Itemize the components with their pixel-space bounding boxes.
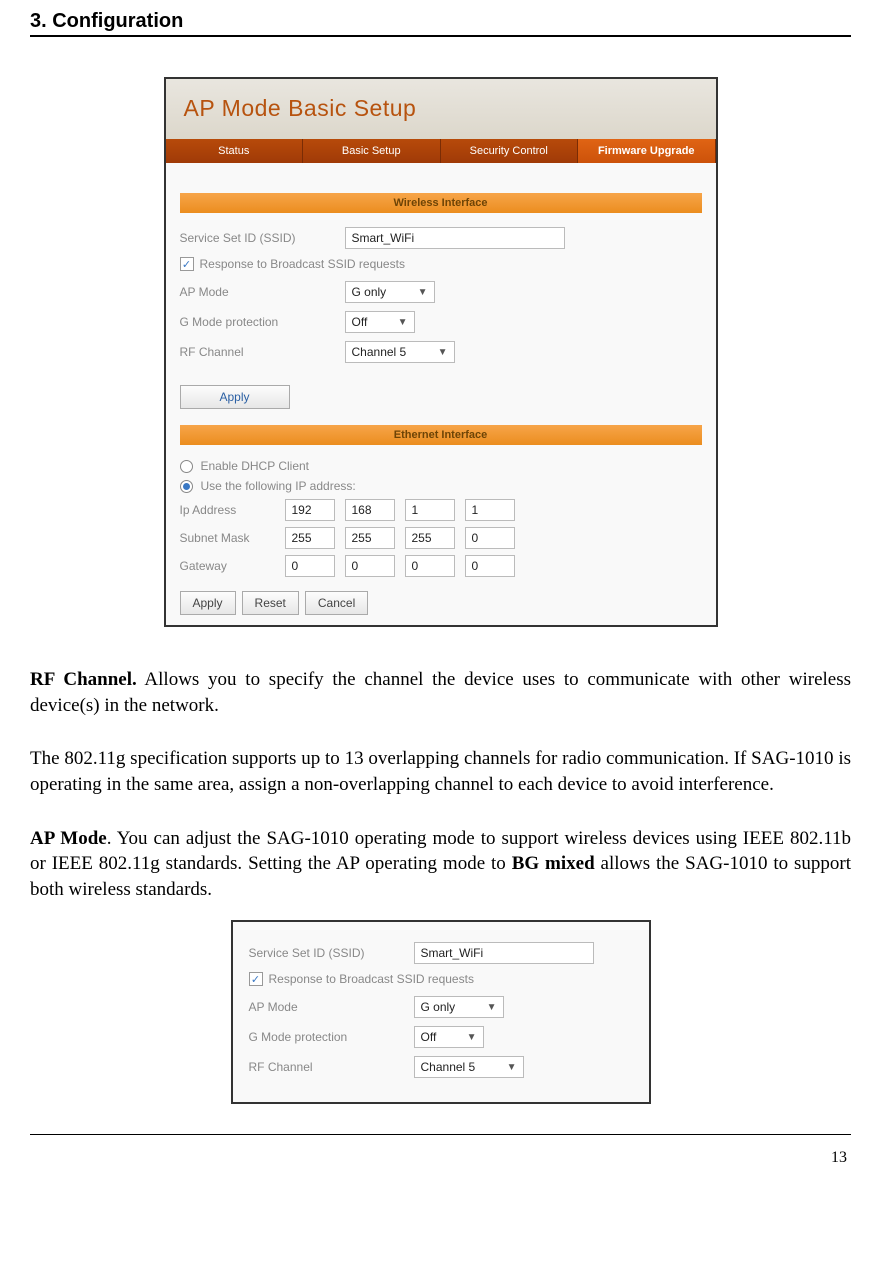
rf-channel-value-2: Channel 5 [421, 1060, 476, 1074]
ap-mode-select-2[interactable]: G only ▼ [414, 996, 504, 1018]
ip-octet-2[interactable] [345, 499, 395, 521]
ip-octet-1[interactable] [285, 499, 335, 521]
apply-button[interactable]: Apply [180, 385, 290, 409]
row-static-ip: Use the following IP address: [180, 479, 702, 493]
broadcast-checkbox-2[interactable]: ✓ [249, 972, 263, 986]
ip-octet-3[interactable] [405, 499, 455, 521]
gmode-value-2: Off [421, 1030, 437, 1044]
gmode-select[interactable]: Off ▼ [345, 311, 415, 333]
row-ip-address: Ip Address [180, 499, 702, 521]
ip-octet-4[interactable] [465, 499, 515, 521]
rf-channel-lead: RF Channel. [30, 669, 137, 690]
subnet-mask-label: Subnet Mask [180, 531, 275, 545]
broadcast-label: Response to Broadcast SSID requests [200, 257, 405, 271]
row-rf-channel-2: RF Channel Channel 5 ▼ [249, 1056, 633, 1078]
mask-octet-2[interactable] [345, 527, 395, 549]
page-header: 3. Configuration [30, 10, 851, 37]
chevron-down-icon: ▼ [438, 347, 448, 358]
tab-bar: Status Basic Setup Security Control Firm… [166, 139, 716, 163]
row-ap-mode-2: AP Mode G only ▼ [249, 996, 633, 1018]
tab-status[interactable]: Status [166, 139, 304, 163]
figure-title: AP Mode Basic Setup [184, 89, 698, 122]
paragraph-80211g: The 802.11g specification supports up to… [30, 746, 851, 797]
mask-octet-3[interactable] [405, 527, 455, 549]
paragraph-rf-channel: RF Channel. Allows you to specify the ch… [30, 667, 851, 718]
gmode-value: Off [352, 315, 368, 329]
page-number: 13 [30, 1149, 851, 1167]
static-ip-label: Use the following IP address: [201, 479, 356, 493]
chevron-down-icon: ▼ [507, 1062, 517, 1073]
section-wireless-interface: Wireless Interface [180, 193, 702, 213]
dhcp-radio[interactable] [180, 460, 193, 473]
rf-channel-value: Channel 5 [352, 345, 407, 359]
ap-mode-lead: AP Mode [30, 828, 107, 849]
cancel-button[interactable]: Cancel [305, 591, 368, 615]
bg-mixed-bold: BG mixed [512, 853, 595, 874]
ssid-label-2: Service Set ID (SSID) [249, 946, 414, 960]
gw-octet-3[interactable] [405, 555, 455, 577]
figure-wireless-settings: Service Set ID (SSID) ✓ Response to Broa… [231, 920, 651, 1104]
rf-channel-label: RF Channel [180, 345, 345, 359]
chevron-down-icon: ▼ [418, 287, 428, 298]
row-gmode-2: G Mode protection Off ▼ [249, 1026, 633, 1048]
gw-octet-1[interactable] [285, 555, 335, 577]
rf-channel-text: Allows you to specify the channel the de… [30, 669, 851, 716]
gmode-label-2: G Mode protection [249, 1030, 414, 1044]
footer-rule [30, 1134, 851, 1135]
dhcp-label: Enable DHCP Client [201, 459, 310, 473]
page-title: 3. Configuration [30, 10, 851, 33]
row-subnet-mask: Subnet Mask [180, 527, 702, 549]
section-ethernet-interface: Ethernet Interface [180, 425, 702, 445]
ssid-label: Service Set ID (SSID) [180, 231, 345, 245]
row-gmode: G Mode protection Off ▼ [180, 311, 702, 333]
static-ip-radio[interactable] [180, 480, 193, 493]
row-ssid-2: Service Set ID (SSID) [249, 942, 633, 964]
ssid-input[interactable] [345, 227, 565, 249]
gmode-select-2[interactable]: Off ▼ [414, 1026, 484, 1048]
gw-octet-2[interactable] [345, 555, 395, 577]
ssid-input-2[interactable] [414, 942, 594, 964]
row-ap-mode: AP Mode G only ▼ [180, 281, 702, 303]
mask-octet-4[interactable] [465, 527, 515, 549]
gateway-label: Gateway [180, 559, 275, 573]
tab-basic-setup[interactable]: Basic Setup [303, 139, 441, 163]
paragraph-ap-mode: AP Mode. You can adjust the SAG-1010 ope… [30, 826, 851, 903]
button-row: Apply Reset Cancel [180, 591, 702, 615]
ap-mode-value-2: G only [421, 1000, 456, 1014]
row-broadcast-2: ✓ Response to Broadcast SSID requests [249, 972, 633, 986]
row-ssid: Service Set ID (SSID) [180, 227, 702, 249]
ip-grid: Ip Address Subnet Mask Gateway [180, 499, 702, 577]
mask-octet-1[interactable] [285, 527, 335, 549]
broadcast-checkbox[interactable]: ✓ [180, 257, 194, 271]
rf-channel-select[interactable]: Channel 5 ▼ [345, 341, 455, 363]
figure-ap-mode-basic-setup: AP Mode Basic Setup Status Basic Setup S… [164, 77, 718, 627]
chevron-down-icon: ▼ [398, 317, 408, 328]
tab-firmware-upgrade[interactable]: Firmware Upgrade [578, 139, 716, 163]
rf-channel-select-2[interactable]: Channel 5 ▼ [414, 1056, 524, 1078]
rf-channel-label-2: RF Channel [249, 1060, 414, 1074]
ip-address-label: Ip Address [180, 503, 275, 517]
ap-mode-label: AP Mode [180, 285, 345, 299]
row-gateway: Gateway [180, 555, 702, 577]
figure-body: Wireless Interface Service Set ID (SSID)… [166, 163, 716, 625]
row-dhcp: Enable DHCP Client [180, 459, 702, 473]
broadcast-label-2: Response to Broadcast SSID requests [269, 972, 474, 986]
chevron-down-icon: ▼ [467, 1032, 477, 1043]
figure-header: AP Mode Basic Setup [166, 79, 716, 139]
ap-mode-label-2: AP Mode [249, 1000, 414, 1014]
row-broadcast: ✓ Response to Broadcast SSID requests [180, 257, 702, 271]
reset-button[interactable]: Reset [242, 591, 299, 615]
gmode-label: G Mode protection [180, 315, 345, 329]
row-rf-channel: RF Channel Channel 5 ▼ [180, 341, 702, 363]
gw-octet-4[interactable] [465, 555, 515, 577]
ap-mode-select[interactable]: G only ▼ [345, 281, 435, 303]
chevron-down-icon: ▼ [487, 1002, 497, 1013]
tab-security-control[interactable]: Security Control [441, 139, 579, 163]
apply-ethernet-button[interactable]: Apply [180, 591, 236, 615]
ap-mode-value: G only [352, 285, 387, 299]
